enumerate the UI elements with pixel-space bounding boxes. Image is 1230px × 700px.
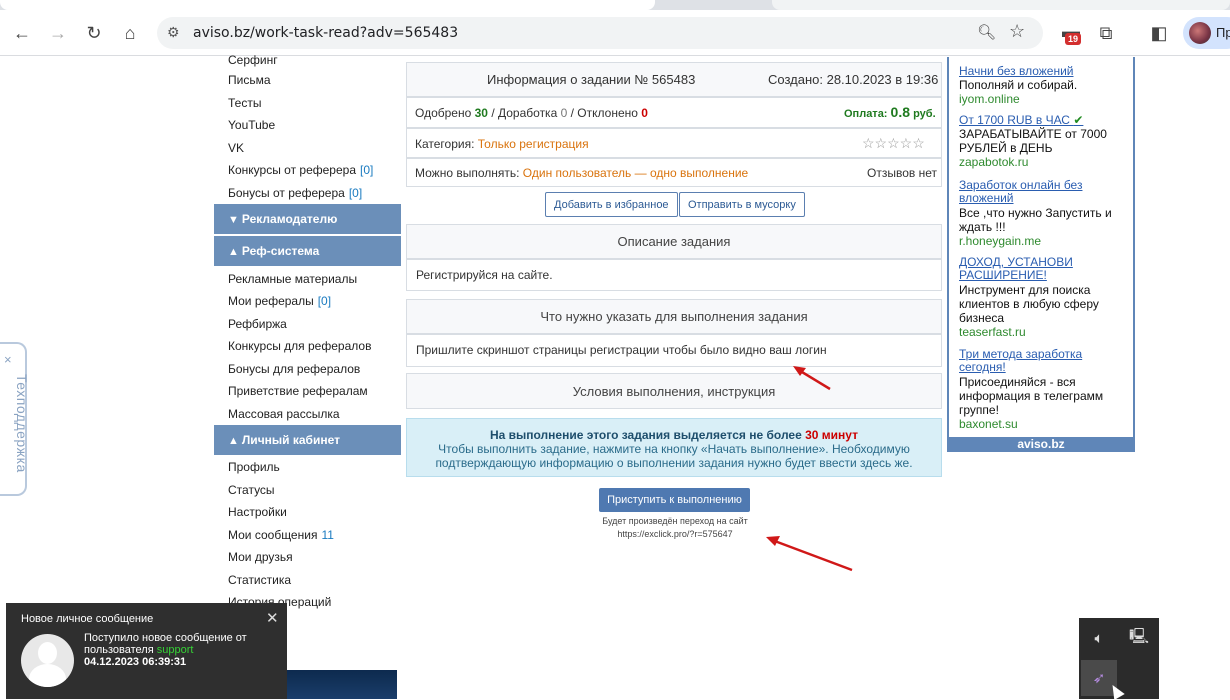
menu-item-mass-mail[interactable]: Массовая рассылка [228, 407, 340, 421]
need-text: Пришлите скриншот страницы регистрации ч… [416, 343, 827, 357]
task-can-do: Можно выполнять: Один пользователь — одн… [415, 166, 749, 180]
notification-message: Поступило новое сообщение от пользовател… [84, 632, 247, 668]
network-icon[interactable]: 🖳 [1121, 620, 1157, 656]
menu-item-contests-for-refs[interactable]: Конкурсы для рефералов [228, 339, 371, 353]
menu-item-ad-materials[interactable]: Рекламные материалы [228, 272, 357, 286]
profile-button[interactable]: Пр [1183, 17, 1230, 49]
menu-item-bonuses-for-refs[interactable]: Бонусы для рефералов [228, 362, 360, 376]
task-stats: Одобрено 30 / Доработка 0 / Отклонено 0 [415, 106, 648, 120]
desc-text: Регистрируйся на сайте. [416, 268, 553, 282]
arrow-annotation-1 [793, 366, 831, 391]
message-notification[interactable]: Новое личное сообщение ✕ Поступило новое… [6, 603, 287, 699]
task-title: Информация о задании № 565483 [487, 72, 696, 87]
ad-link[interactable]: Три метода заработка сегодня! [959, 348, 1129, 374]
menu-item-statuses[interactable]: Статусы [228, 483, 275, 497]
ad-domain[interactable]: r.honeygain.me [959, 234, 1041, 248]
puzzle-icon[interactable]: ⧉ [1093, 20, 1119, 46]
menu-item-friends[interactable]: Мои друзья [228, 550, 293, 564]
avatar [1189, 22, 1211, 44]
desc-header: Описание задания [617, 234, 731, 249]
time-info-box: На выполнение этого задания выделяется н… [406, 418, 942, 477]
ad-link[interactable]: Начни без вложений [959, 65, 1129, 78]
ads-footer[interactable]: aviso.bz [947, 437, 1135, 452]
support-tab[interactable]: × Техподдержка [0, 342, 30, 496]
chevron-up-icon: ▲ [228, 246, 239, 258]
menu-item-surfing[interactable]: Серфинг [228, 53, 278, 67]
tab-active[interactable] [0, 0, 655, 10]
back-icon[interactable]: ← [9, 20, 35, 46]
menu-item-greeting[interactable]: Приветствие рефералам [228, 384, 368, 398]
ad-text: Пополняй и собирай. [959, 78, 1078, 92]
menu-item-profile[interactable]: Профиль [228, 460, 280, 474]
chevron-up-icon: ▲ [228, 435, 239, 447]
menu-item-letters[interactable]: Письма [228, 73, 271, 87]
tab-strip [0, 0, 1230, 10]
user-avatar-icon [21, 634, 74, 687]
ad-link[interactable]: ДОХОД, УСТАНОВИ РАСШИРЕНИЕ! [959, 256, 1129, 282]
support-label[interactable]: Техподдержка [14, 374, 30, 473]
arrow-annotation-2 [766, 536, 853, 572]
task-category: Категория: Только регистрация [415, 137, 589, 151]
task-created: Создано: 28.10.2023 в 19:36 [768, 72, 939, 87]
ad-text: Инструмент для поиска клиентов в любую с… [959, 283, 1099, 325]
url-text[interactable]: aviso.bz/work-task-read?adv=565483 [193, 25, 458, 41]
site-info-icon[interactable]: ⚙ [167, 24, 180, 41]
cond-header[interactable]: Условия выполнения, инструкция [406, 384, 942, 399]
section-ref-system[interactable]: ▲ Реф-система [214, 236, 401, 266]
ad-text: Все ,что нужно Запустить и ждать !!! [959, 206, 1112, 234]
ads-column: Начни без вложений Пополняй и собирай. i… [947, 57, 1135, 452]
browser-toolbar: ← → ↻ ⌂ ⚙ aviso.bz/work-task-read?adv=56… [0, 10, 1230, 56]
ad-link[interactable]: Заработок онлайн без вложений [959, 179, 1129, 205]
ad-text: ЗАРАБАТЫВАЙТЕ от 7000 РУБЛЕЙ в ДЕНЬ [959, 127, 1107, 155]
ad-domain[interactable]: zapabotok.ru [959, 155, 1028, 169]
ad-domain[interactable]: baxonet.su [959, 417, 1018, 431]
forward-icon[interactable]: → [45, 20, 71, 46]
close-icon[interactable]: × [4, 352, 12, 367]
notification-title: Новое личное сообщение [21, 613, 154, 625]
zoom-icon[interactable]: 🔍︎ [977, 23, 996, 41]
menu-item-refbirzha[interactable]: Рефбиржа [228, 317, 287, 331]
tab-inactive[interactable] [772, 0, 1230, 10]
task-reviews: Отзывов нет [867, 166, 937, 180]
menu-item-ref-bonuses[interactable]: Бонусы от реферера [0] [228, 186, 362, 200]
menu-item-youtube[interactable]: YouTube [228, 118, 275, 132]
speaker-icon[interactable]: 🔈︎ [1081, 620, 1117, 656]
extension-badge: 19 [1065, 33, 1082, 45]
menu-item-vk[interactable]: VK [228, 141, 244, 155]
add-favorite-button[interactable]: Добавить в избранное [545, 192, 678, 217]
sidebar-icon[interactable]: ◧ [1146, 20, 1172, 46]
start-task-button[interactable]: Приступить к выполнению [599, 488, 750, 512]
section-advertiser[interactable]: ▼ Рекламодателю [214, 204, 401, 234]
menu-item-ref-contests[interactable]: Конкурсы от реферера [0] [228, 163, 373, 177]
menu-item-messages[interactable]: Мои сообщения 11 [228, 528, 334, 542]
chevron-down-icon: ▼ [228, 214, 239, 226]
menu-item-settings[interactable]: Настройки [228, 505, 287, 519]
profile-label: Пр [1216, 25, 1230, 40]
ad-domain[interactable]: teaserfast.ru [959, 325, 1026, 339]
close-icon[interactable]: ✕ [266, 609, 279, 627]
address-bar[interactable]: ⚙ aviso.bz/work-task-read?adv=565483 🔍︎ … [157, 17, 1043, 49]
redirect-note: Будет произведён переход на сайт https:/… [602, 516, 748, 539]
section-cabinet[interactable]: ▲ Личный кабинет [214, 425, 401, 455]
ad-link[interactable]: От 1700 RUB в ЧАС ✔ [959, 114, 1129, 127]
ad-text: Присоединяйся - вся информация в телегра… [959, 375, 1104, 417]
send-trash-button[interactable]: Отправить в мусорку [679, 192, 805, 217]
menu-item-my-referrals[interactable]: Мои рефералы [0] [228, 294, 331, 308]
menu-item-stats[interactable]: Статистика [228, 573, 291, 587]
task-payment: Оплата: 0.8 руб. [844, 104, 936, 120]
reload-icon[interactable]: ↻ [81, 20, 107, 46]
home-icon[interactable]: ⌂ [117, 20, 143, 46]
ad-domain[interactable]: iyom.online [959, 92, 1020, 106]
menu-item-tests[interactable]: Тесты [228, 96, 261, 110]
checkmark-icon: ✔ [1073, 113, 1084, 127]
star-icon[interactable]: ☆ [1009, 21, 1025, 42]
need-header: Что нужно указать для выполнения задания [540, 309, 808, 324]
rating-stars[interactable]: ☆☆☆☆☆ [862, 135, 925, 152]
